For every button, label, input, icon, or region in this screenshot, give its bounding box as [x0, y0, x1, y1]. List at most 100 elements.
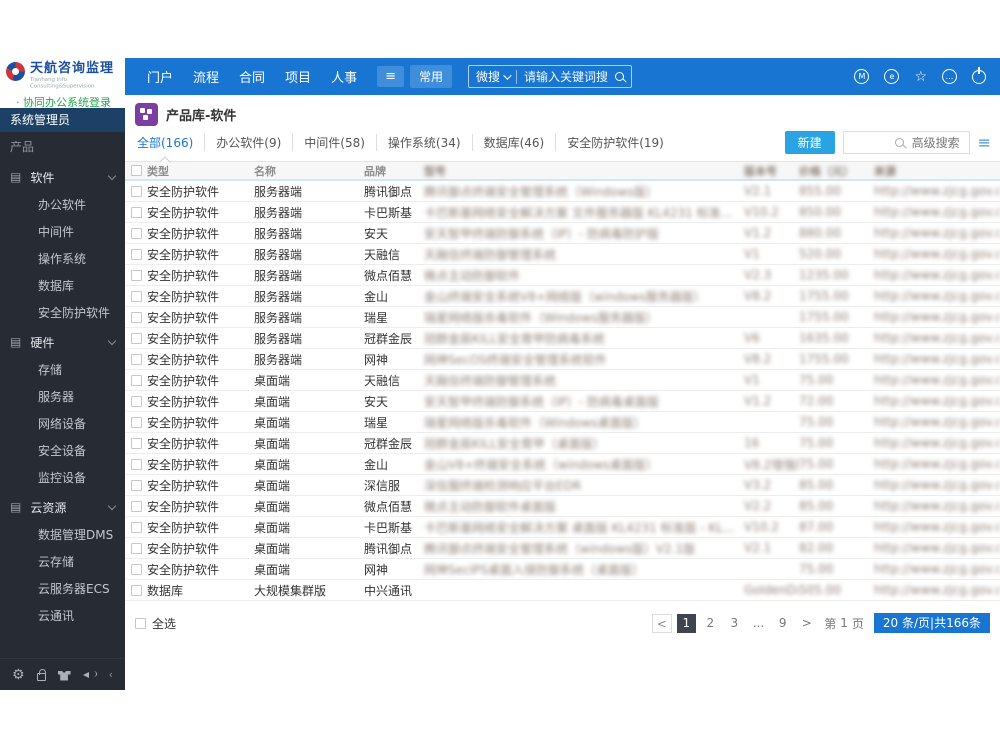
table-row[interactable]: 安全防护软件 桌面端 微点佰慧 微点主动防御软件桌面版 V2.2 85.00 http://… [125, 496, 1000, 517]
more-icon[interactable]: ... [942, 69, 957, 84]
prev-page-button[interactable]: < [651, 613, 672, 633]
table-row[interactable]: 安全防护软件 服务器端 腾讯御点 腾讯御点终端安全管理系统（Windows版） V2.1… [125, 181, 1000, 202]
sidebar-item-网络设备[interactable]: 网络设备 [0, 411, 125, 438]
table-row[interactable]: 安全防护软件 桌面端 冠群金辰 冠群金辰KILL安全胄甲（桌面版） 16 75.00 htt… [125, 433, 1000, 454]
row-checkbox[interactable] [131, 206, 142, 218]
common-tab[interactable]: 常用 [409, 65, 452, 88]
m-badge-icon[interactable]: M [854, 69, 870, 84]
table-row[interactable]: 安全防护软件 桌面端 卡巴斯基 卡巴斯基网络安全解决方案 桌面版 KL4231 标准版… [125, 517, 1000, 538]
table-row[interactable]: 安全防护软件 服务器端 瑞星 瑞星网络版杀毒软件（Windows服务器版） 1755.0… [125, 307, 1000, 328]
select-all[interactable]: 全选 [135, 615, 176, 632]
row-checkbox[interactable] [131, 521, 142, 533]
row-checkbox[interactable] [131, 248, 142, 260]
sidebar-item-云通讯[interactable]: 云通讯 [0, 603, 125, 630]
row-checkbox[interactable] [131, 458, 142, 470]
page-button-3[interactable]: 3 [725, 614, 744, 633]
sidebar-item-云存储[interactable]: 云存储 [0, 549, 125, 576]
row-checkbox[interactable] [131, 479, 142, 491]
global-search-box[interactable]: 微搜 请输入关键词搜 [468, 65, 633, 88]
table-row[interactable]: 安全防护软件 服务器端 网神 网神SecOS终端安全管理系统软件 V8.2 1755.00… [125, 349, 1000, 370]
wesearch-dropdown[interactable]: 微搜 [476, 68, 512, 85]
sidebar-item-安全防护软件[interactable]: 安全防护软件 [0, 300, 125, 327]
sidebar-item-监控设备[interactable]: 监控设备 [0, 465, 125, 492]
sidebar-group-软件[interactable]: ▤ 软件 [0, 162, 125, 192]
table-row[interactable]: 安全防护软件 服务器端 安天 安天智甲终端防御系统（IP）- 防病毒防护版 V1.2 88… [125, 223, 1000, 244]
topnav-item-2[interactable]: 流程 [193, 67, 219, 86]
sidebar-group-硬件[interactable]: ▤ 硬件 [0, 327, 125, 357]
row-checkbox[interactable] [131, 542, 142, 554]
row-checkbox[interactable] [131, 374, 142, 386]
table-row[interactable]: 安全防护软件 桌面端 网神 网神SecIPS桌面入侵防御系统（桌面版） 75.00 htt… [125, 559, 1000, 580]
topnav-item-1[interactable]: 门户 [147, 67, 173, 86]
row-checkbox[interactable] [131, 416, 142, 428]
row-checkbox[interactable] [131, 311, 142, 323]
row-checkbox[interactable] [131, 395, 142, 407]
sidebar-item-存储[interactable]: 存储 [0, 357, 125, 384]
jump-page-input[interactable]: 1 [840, 616, 848, 630]
lock-icon[interactable] [36, 669, 46, 681]
row-checkbox[interactable] [131, 500, 142, 512]
row-checkbox[interactable] [131, 584, 142, 596]
power-icon[interactable] [972, 66, 986, 84]
tab-安全防护软件[interactable]: 安全防护软件(19) [556, 134, 675, 151]
row-checkbox[interactable] [131, 269, 142, 281]
collapse-sidebar-icon[interactable]: ‹ [109, 668, 113, 681]
advanced-search-box[interactable]: 高级搜索 [842, 131, 970, 154]
sidebar-item-数据管理DMS[interactable]: 数据管理DMS [0, 522, 125, 549]
page-size-summary[interactable]: 20 条/页|共166条 [873, 613, 990, 633]
next-page-button[interactable]: > [797, 614, 816, 633]
topnav-item-5[interactable]: 人事 [331, 67, 357, 86]
tab-全部[interactable]: 全部(166) [135, 134, 206, 151]
new-button[interactable]: 新建 [784, 131, 835, 154]
search-icon[interactable] [615, 72, 625, 81]
page-button-1[interactable]: 1 [676, 613, 696, 633]
topnav-item-3[interactable]: 合同 [239, 67, 265, 86]
page-button-...[interactable]: ... [749, 614, 768, 633]
tab-中间件[interactable]: 中间件(58) [293, 134, 377, 151]
sidebar-item-操作系统[interactable]: 操作系统 [0, 246, 125, 273]
gear-icon[interactable]: ⚙ [12, 668, 25, 682]
sidebar-item-云服务器ECS[interactable]: 云服务器ECS [0, 576, 125, 603]
select-all-checkbox[interactable] [135, 617, 146, 629]
sidebar-group-云资源[interactable]: ▤ 云资源 [0, 492, 125, 522]
sidebar-item-服务器[interactable]: 服务器 [0, 384, 125, 411]
sidebar-item-中间件[interactable]: 中间件 [0, 219, 125, 246]
table-row[interactable]: 安全防护软件 服务器端 冠群金辰 冠群金辰KILL安全胄甲防病毒系统 V6 1635.00… [125, 328, 1000, 349]
menu-icon[interactable]: ≡ [377, 66, 404, 87]
theme-shirt-icon[interactable] [57, 670, 71, 681]
message-icon[interactable]: e [884, 69, 900, 84]
tab-数据库[interactable]: 数据库(46) [473, 134, 557, 151]
star-icon[interactable]: ☆ [914, 70, 927, 84]
row-checkbox[interactable] [131, 563, 142, 575]
select-all-header-checkbox[interactable] [131, 165, 142, 176]
table-row[interactable]: 安全防护软件 桌面端 天融信 天融信终端防御管理系统 V1 75.00 http://www… [125, 370, 1000, 391]
row-checkbox[interactable] [131, 353, 142, 365]
sidebar-item-数据库[interactable]: 数据库 [0, 273, 125, 300]
topnav-item-4[interactable]: 项目 [285, 67, 311, 86]
row-checkbox[interactable] [131, 185, 142, 197]
tab-办公软件[interactable]: 办公软件(9) [205, 134, 294, 151]
sidebar-item-安全设备[interactable]: 安全设备 [0, 438, 125, 465]
table-row[interactable]: 安全防护软件 服务器端 微点佰慧 微点主动防御软件 V2.3 1235.00 http://… [125, 265, 1000, 286]
row-checkbox[interactable] [131, 332, 142, 344]
search-input[interactable]: 请输入关键词搜 [524, 68, 608, 85]
table-row[interactable]: 安全防护软件 桌面端 瑞星 瑞星网络版杀毒软件（Windows桌面版） 75.00 htt… [125, 412, 1000, 433]
page-button-2[interactable]: 2 [701, 614, 720, 633]
table-row[interactable]: 安全防护软件 桌面端 腾讯御点 腾讯御点终端安全管理系统（windows版）V2.1版… [125, 538, 1000, 559]
tab-操作系统[interactable]: 操作系统(34) [377, 134, 473, 151]
advanced-search-label[interactable]: 高级搜索 [912, 134, 960, 151]
row-checkbox[interactable] [131, 437, 142, 449]
table-row[interactable]: 安全防护软件 服务器端 金山 金山终端安全系统V8+网络版（windows服务器版） V… [125, 286, 1000, 307]
table-row[interactable]: 安全防护软件 服务器端 卡巴斯基 卡巴斯基网络安全解决方案 文件服务器版 KL4231… [125, 202, 1000, 223]
advanced-search-icon[interactable] [894, 138, 904, 147]
list-view-icon[interactable]: ≡ [978, 134, 991, 151]
table-row[interactable]: 安全防护软件 服务器端 天融信 天融信终端防御管理系统 V1 520.00 http://w… [125, 244, 1000, 265]
row-checkbox[interactable] [131, 227, 142, 239]
sidebar-item-办公软件[interactable]: 办公软件 [0, 192, 125, 219]
table-row[interactable]: 数据库 大规模集群版 中兴通讯 GoldenData s...505.00 http:/… [125, 580, 1000, 601]
page-button-9[interactable]: 9 [773, 614, 792, 633]
table-row[interactable]: 安全防护软件 桌面端 金山 金山V8+终端安全系统（windows桌面版） V8.2增强… [125, 454, 1000, 475]
sound-icon[interactable] [82, 669, 97, 681]
table-row[interactable]: 安全防护软件 桌面端 安天 安天智甲终端防御系统（IP）- 防病毒桌面版 V1.2 72.… [125, 391, 1000, 412]
table-row[interactable]: 安全防护软件 桌面端 深信服 深信服终端检测响应平台EDR V3.2 85.00 http:… [125, 475, 1000, 496]
